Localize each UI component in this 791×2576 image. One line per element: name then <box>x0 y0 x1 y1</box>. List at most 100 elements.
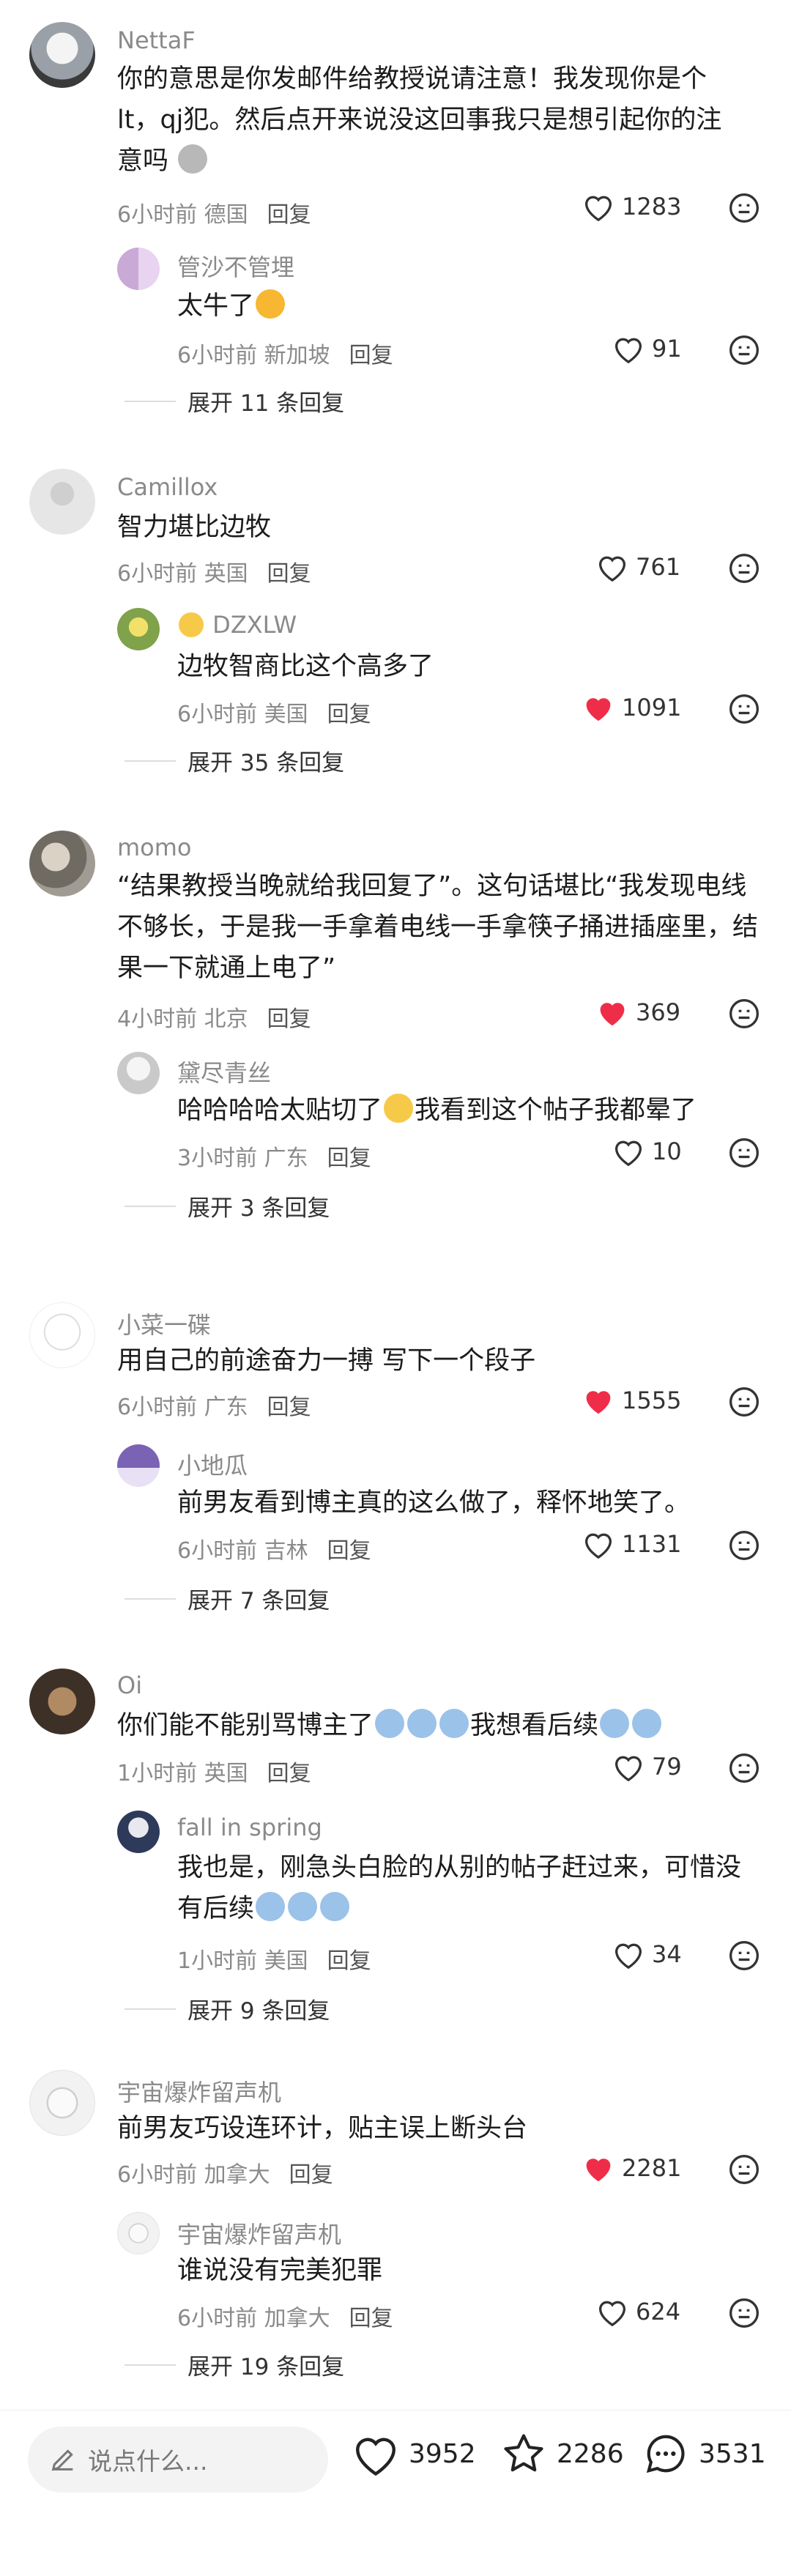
comment-text: 你们能不能别骂博主了 我想看后续 <box>117 1705 762 1746</box>
reply-button[interactable]: 回复 <box>327 702 371 727</box>
expand-replies-button[interactable]: 展开 19 条回复 <box>125 2348 344 2381</box>
post-like-count: 3952 <box>409 2438 476 2469</box>
dislike-face-icon[interactable] <box>728 693 760 725</box>
reply-username[interactable]: 宇宙爆炸留声机 <box>177 2216 341 2250</box>
reply-username[interactable]: fall in spring <box>177 1814 322 1841</box>
comment-input-placeholder: 说点什么... <box>88 2447 208 2476</box>
dislike-face-icon[interactable] <box>728 1137 760 1169</box>
heart-outline-icon <box>598 556 626 582</box>
reply-button[interactable]: 回复 <box>327 1146 371 1171</box>
dislike-face-icon[interactable] <box>728 2297 760 2329</box>
like-button[interactable]: 79 <box>612 1752 682 1781</box>
reply-username[interactable]: DZXLW <box>177 611 297 639</box>
comment-feed: NettaF 你的意思是你发邮件给教授说请注意！我发现你是个lt，qj犯。然后点… <box>0 0 791 2388</box>
reply-button[interactable]: 回复 <box>267 1761 311 1786</box>
comment-text: 前男友巧设连环计，贴主误上断头台 <box>117 2114 528 2143</box>
reply-button[interactable]: 回复 <box>267 202 311 228</box>
reply-avatar[interactable] <box>117 1444 160 1487</box>
heart-filled-icon <box>586 1391 611 1414</box>
grin-emoji-icon <box>256 289 286 319</box>
reply-avatar[interactable] <box>117 1052 160 1094</box>
heart-filled-icon <box>586 2159 611 2182</box>
comment-username[interactable]: 小菜一碟 <box>117 1307 211 1340</box>
reply-button[interactable]: 回复 <box>349 343 393 368</box>
crying-emoji-icon <box>439 1709 469 1738</box>
like-button[interactable]: 369 <box>596 998 680 1027</box>
reply-text: 我也是，刚急头白脸的从别的帖子赶过来，可惜没有后续 <box>177 1853 742 1923</box>
reply-username[interactable]: 黛尽青丝 <box>177 1055 271 1088</box>
avatar[interactable] <box>29 1669 95 1734</box>
comment-text: 你的意思是你发邮件给教授说请注意！我发现你是个lt，qj犯。然后点开来说没这回事… <box>117 64 722 176</box>
heart-outline-icon <box>614 338 642 363</box>
comment-username[interactable]: NettaF <box>117 26 196 54</box>
reply-button[interactable]: 回复 <box>267 1395 311 1420</box>
like-count: 34 <box>652 1940 682 1968</box>
reply-avatar[interactable] <box>117 248 160 290</box>
like-button[interactable]: 761 <box>596 552 680 582</box>
comment-bubble-icon <box>646 2435 685 2473</box>
like-button[interactable]: 1091 <box>582 693 681 722</box>
crying-emoji-icon <box>256 1892 286 1921</box>
reply-button[interactable]: 回复 <box>349 2306 393 2331</box>
reply-button[interactable]: 回复 <box>327 1538 371 1564</box>
like-button[interactable]: 10 <box>612 1137 682 1166</box>
like-button[interactable]: 624 <box>596 2297 680 2326</box>
laugh-emoji-icon <box>384 1094 414 1123</box>
dislike-face-icon[interactable] <box>728 2153 760 2186</box>
reply-avatar[interactable] <box>117 1811 160 1853</box>
post-star-button[interactable]: 2286 <box>500 2431 624 2476</box>
dislike-face-icon[interactable] <box>728 334 760 366</box>
dislike-face-icon[interactable] <box>728 998 760 1030</box>
dislike-face-icon[interactable] <box>728 1529 760 1562</box>
reply-meta: 6小时前 新加坡 回复 <box>177 343 393 368</box>
comment-username[interactable]: Camillox <box>117 473 218 501</box>
comment-input[interactable]: 说点什么... <box>28 2427 328 2493</box>
dislike-face-icon[interactable] <box>728 552 760 584</box>
expand-replies-button[interactable]: 展开 9 条回复 <box>125 1992 330 2025</box>
heart-filled-icon <box>586 698 611 721</box>
dislike-face-icon[interactable] <box>728 1940 760 1972</box>
like-button[interactable]: 1283 <box>582 192 681 221</box>
dislike-face-icon[interactable] <box>728 1752 760 1784</box>
expand-replies-button[interactable]: 展开 3 条回复 <box>125 1189 330 1222</box>
heart-outline-icon <box>598 2301 626 2326</box>
reply-button[interactable]: 回复 <box>267 1006 311 1032</box>
like-count: 761 <box>636 553 681 581</box>
avatar[interactable] <box>29 22 95 88</box>
avatar[interactable] <box>29 1302 95 1368</box>
dislike-face-icon[interactable] <box>728 192 760 224</box>
reply-meta: 3小时前 广东 回复 <box>177 1146 371 1171</box>
like-button[interactable]: 1555 <box>582 1386 681 1415</box>
avatar[interactable] <box>29 831 95 897</box>
reply-button[interactable]: 回复 <box>267 561 311 587</box>
reply-button[interactable]: 回复 <box>327 1948 371 1974</box>
like-count: 10 <box>652 1137 682 1165</box>
like-button[interactable]: 91 <box>612 334 682 363</box>
reply-username[interactable]: 管沙不管埋 <box>177 249 294 283</box>
expand-replies-button[interactable]: 展开 11 条回复 <box>125 385 344 417</box>
reply-avatar[interactable] <box>117 2212 160 2254</box>
like-button[interactable]: 2281 <box>582 2153 681 2183</box>
heart-outline-icon <box>614 1756 642 1781</box>
reply-meta: 6小时前 吉林 回复 <box>177 1538 371 1564</box>
comment-username[interactable]: 宇宙爆炸留声机 <box>117 2074 281 2108</box>
like-button[interactable]: 34 <box>612 1940 682 1969</box>
comment-username[interactable]: momo <box>117 834 192 861</box>
expand-replies-button[interactable]: 展开 7 条回复 <box>125 1582 330 1615</box>
post-comment-button[interactable]: 3531 <box>642 2431 766 2476</box>
dislike-face-icon[interactable] <box>728 1386 760 1418</box>
like-count: 1555 <box>622 1387 682 1414</box>
avatar[interactable] <box>29 469 95 535</box>
like-button[interactable]: 1131 <box>582 1529 681 1559</box>
avatar[interactable] <box>29 2070 95 2136</box>
reply-username[interactable]: 小地瓜 <box>177 1447 248 1481</box>
comment-meta: 6小时前 英国 回复 <box>117 561 311 587</box>
reply-text: 前男友看到博主真的这么做了，释怀地笑了。 <box>177 1488 691 1518</box>
expand-replies-button[interactable]: 展开 35 条回复 <box>125 744 344 777</box>
heart-outline-icon <box>614 1943 642 1969</box>
reply-avatar[interactable] <box>117 608 160 650</box>
heart-outline-icon <box>584 196 612 221</box>
post-like-button[interactable]: 3952 <box>352 2431 476 2476</box>
reply-button[interactable]: 回复 <box>289 2162 333 2188</box>
comment-username[interactable]: Oi <box>117 1671 142 1699</box>
